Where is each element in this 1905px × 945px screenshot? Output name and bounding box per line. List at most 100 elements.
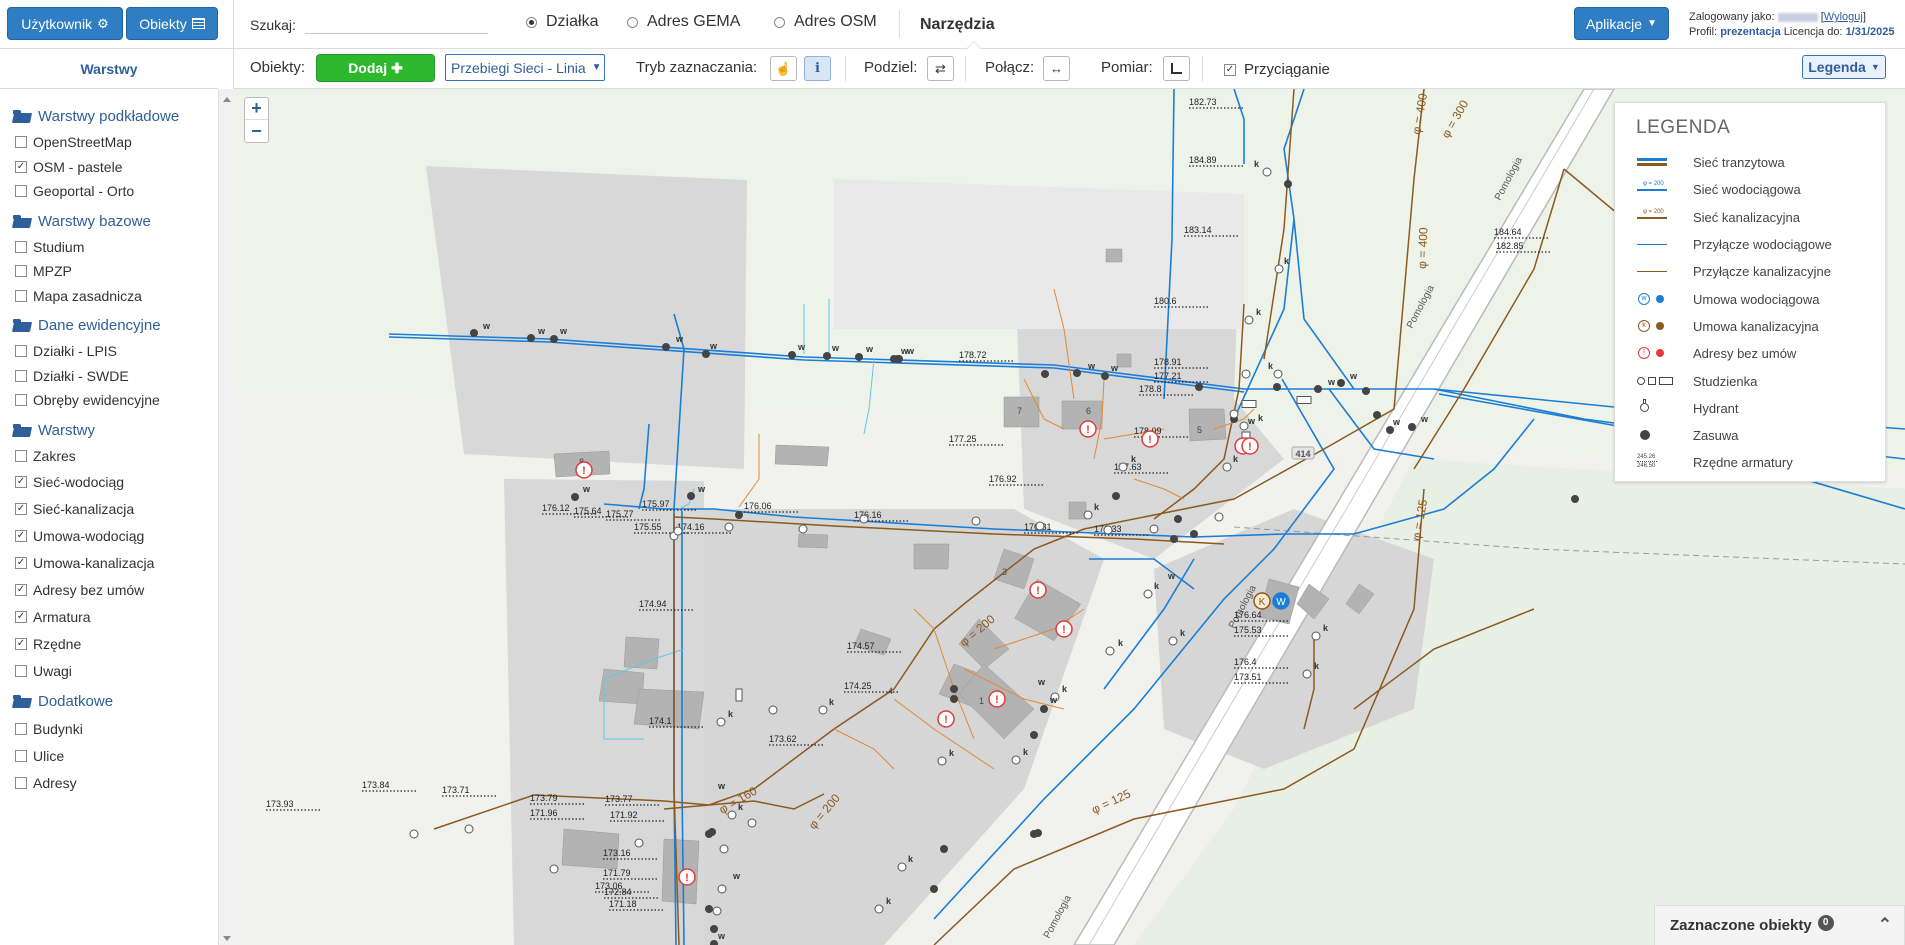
logout-link[interactable]: Wyloguj: [1824, 11, 1863, 23]
manhole-icon[interactable]: [409, 829, 419, 839]
apps-button[interactable]: Aplikacje ▼: [1574, 7, 1669, 40]
tools-title[interactable]: Narzędzia: [920, 16, 995, 34]
valve-icon[interactable]: [1195, 383, 1203, 391]
warning-mark[interactable]: !: [944, 714, 948, 726]
node-type-label[interactable]: w: [1110, 363, 1119, 373]
manhole-icon[interactable]: [747, 818, 757, 828]
valve-icon[interactable]: [470, 329, 478, 337]
valve-icon[interactable]: [1112, 492, 1120, 500]
manhole-icon[interactable]: [1011, 755, 1021, 765]
manhole-icon[interactable]: [1035, 521, 1045, 531]
layer-select[interactable]: Przebiegi Sieci - Linia ▼: [445, 54, 605, 81]
layer-item-mpzp[interactable]: MPZP: [13, 259, 213, 284]
valve-icon[interactable]: [788, 351, 796, 359]
manhole-icon[interactable]: [971, 516, 981, 526]
layer-item-armatura[interactable]: ✓ Armatura: [13, 603, 213, 630]
node-type-label[interactable]: w: [697, 484, 706, 494]
manhole-icon[interactable]: [1222, 462, 1232, 472]
layer-group-layers[interactable]: Warstwy: [13, 417, 213, 444]
warning-mark[interactable]: !: [1086, 424, 1090, 436]
layer-group-base[interactable]: Warstwy bazowe: [13, 208, 213, 235]
node-type-label[interactable]: w: [717, 781, 726, 791]
manhole-icon[interactable]: [798, 524, 808, 534]
valve-icon[interactable]: [1040, 705, 1048, 713]
manhole-icon[interactable]: [1149, 524, 1159, 534]
manhole-icon[interactable]: [1239, 421, 1249, 431]
water-contract-mark[interactable]: W: [1276, 597, 1286, 608]
layer-item-umowa-kanalizacja[interactable]: ✓ Umowa-kanalizacja: [13, 549, 213, 576]
split-button[interactable]: ⇄: [927, 56, 954, 81]
select-pointer-button[interactable]: ☝: [770, 56, 797, 81]
node-type-label[interactable]: w: [865, 344, 874, 354]
layer-item-obreby[interactable]: Obręby ewidencyjne: [13, 388, 213, 413]
map-view[interactable]: φ = 400 φ = 300 φ = 400 φ = 125 φ = 200 …: [234, 89, 1905, 945]
layer-item-siec-kanalizacja[interactable]: ✓ Sieć-kanalizacja: [13, 495, 213, 522]
valve-icon[interactable]: [702, 350, 710, 358]
sewer-contract-mark[interactable]: K: [1259, 597, 1266, 608]
manhole-icon[interactable]: [717, 884, 727, 894]
node-type-label[interactable]: w: [1087, 361, 1096, 371]
node-type-label[interactable]: w: [1247, 416, 1256, 426]
valve-icon[interactable]: [1101, 372, 1109, 380]
manhole-icon[interactable]: [768, 705, 778, 715]
manhole-icon[interactable]: [937, 756, 947, 766]
manhole-icon[interactable]: [1083, 510, 1093, 520]
user-button[interactable]: Użytkownik ⚙: [7, 7, 123, 40]
node-type-label[interactable]: w: [1049, 695, 1058, 705]
valve-icon[interactable]: [855, 353, 863, 361]
join-button[interactable]: ↔: [1043, 56, 1070, 81]
node-type-label[interactable]: w: [1327, 377, 1336, 387]
node-type-label[interactable]: w: [831, 343, 840, 353]
select-info-button[interactable]: i: [804, 56, 831, 81]
manhole-icon[interactable]: [1302, 669, 1312, 679]
search-mode-parcel[interactable]: Działka: [526, 13, 598, 31]
valve-icon[interactable]: [1408, 423, 1416, 431]
manhole-icon[interactable]: [1168, 636, 1178, 646]
layer-item-zakres[interactable]: Zakres: [13, 444, 213, 469]
layer-item-mapa-zasadnicza[interactable]: Mapa zasadnicza: [13, 284, 213, 309]
warning-mark[interactable]: !: [1036, 585, 1040, 597]
selected-objects-panel[interactable]: Zaznaczone obiekty 0 ⌃: [1654, 905, 1905, 945]
manhole-icon[interactable]: [712, 906, 722, 916]
manhole-icon[interactable]: [1244, 315, 1254, 325]
manhole-icon[interactable]: [719, 844, 729, 854]
valve-icon[interactable]: [705, 905, 713, 913]
layer-item-umowa-wodociag[interactable]: ✓ Umowa-wodociąg: [13, 522, 213, 549]
manhole-icon[interactable]: [818, 705, 828, 715]
layer-item-ulice[interactable]: Ulice: [13, 742, 213, 769]
manhole-icon[interactable]: [1214, 512, 1224, 522]
zoom-out-button[interactable]: −: [245, 120, 268, 142]
layer-group-cadastre[interactable]: Dane ewidencyjne: [13, 312, 213, 339]
manhole-icon[interactable]: [1105, 646, 1115, 656]
layer-group-basemaps[interactable]: Warstwy podkładowe: [13, 103, 213, 130]
layer-item-rzedne[interactable]: ✓ Rzędne: [13, 630, 213, 657]
manhole-icon[interactable]: [1296, 396, 1312, 404]
manhole-icon[interactable]: [1273, 369, 1283, 379]
manhole-icon[interactable]: [1241, 400, 1257, 408]
node-type-label[interactable]: w: [732, 871, 741, 881]
valve-icon[interactable]: [1273, 383, 1281, 391]
layer-item-dzialki-swde[interactable]: Działki - SWDE: [13, 364, 213, 389]
layer-item-siec-wodociag[interactable]: ✓ Sieć-wodociąg: [13, 468, 213, 495]
node-type-label[interactable]: w: [537, 326, 546, 336]
manhole-icon[interactable]: [735, 688, 743, 702]
node-type-label[interactable]: w: [482, 321, 491, 331]
valve-icon[interactable]: [1362, 387, 1370, 395]
manhole-icon[interactable]: [859, 514, 869, 524]
valve-icon[interactable]: [1284, 180, 1292, 188]
manhole-icon[interactable]: [464, 824, 474, 834]
node-type-label[interactable]: w: [906, 346, 915, 356]
zoom-in-button[interactable]: +: [245, 98, 268, 120]
layer-item-dzialki-lpis[interactable]: Działki - LPIS: [13, 339, 213, 364]
valve-icon[interactable]: [895, 355, 903, 363]
scroll-up-icon[interactable]: [223, 97, 231, 102]
sidebar-scrollbar[interactable]: [218, 89, 234, 945]
node-type-label[interactable]: w: [582, 484, 591, 494]
node-type-label[interactable]: w: [1420, 414, 1429, 424]
objects-button[interactable]: Obiekty: [126, 7, 218, 40]
node-type-label[interactable]: w: [675, 334, 684, 344]
valve-icon[interactable]: [735, 511, 743, 519]
manhole-icon[interactable]: [1274, 264, 1284, 274]
node-type-label[interactable]: w: [717, 931, 726, 941]
valve-icon[interactable]: [1190, 530, 1198, 538]
